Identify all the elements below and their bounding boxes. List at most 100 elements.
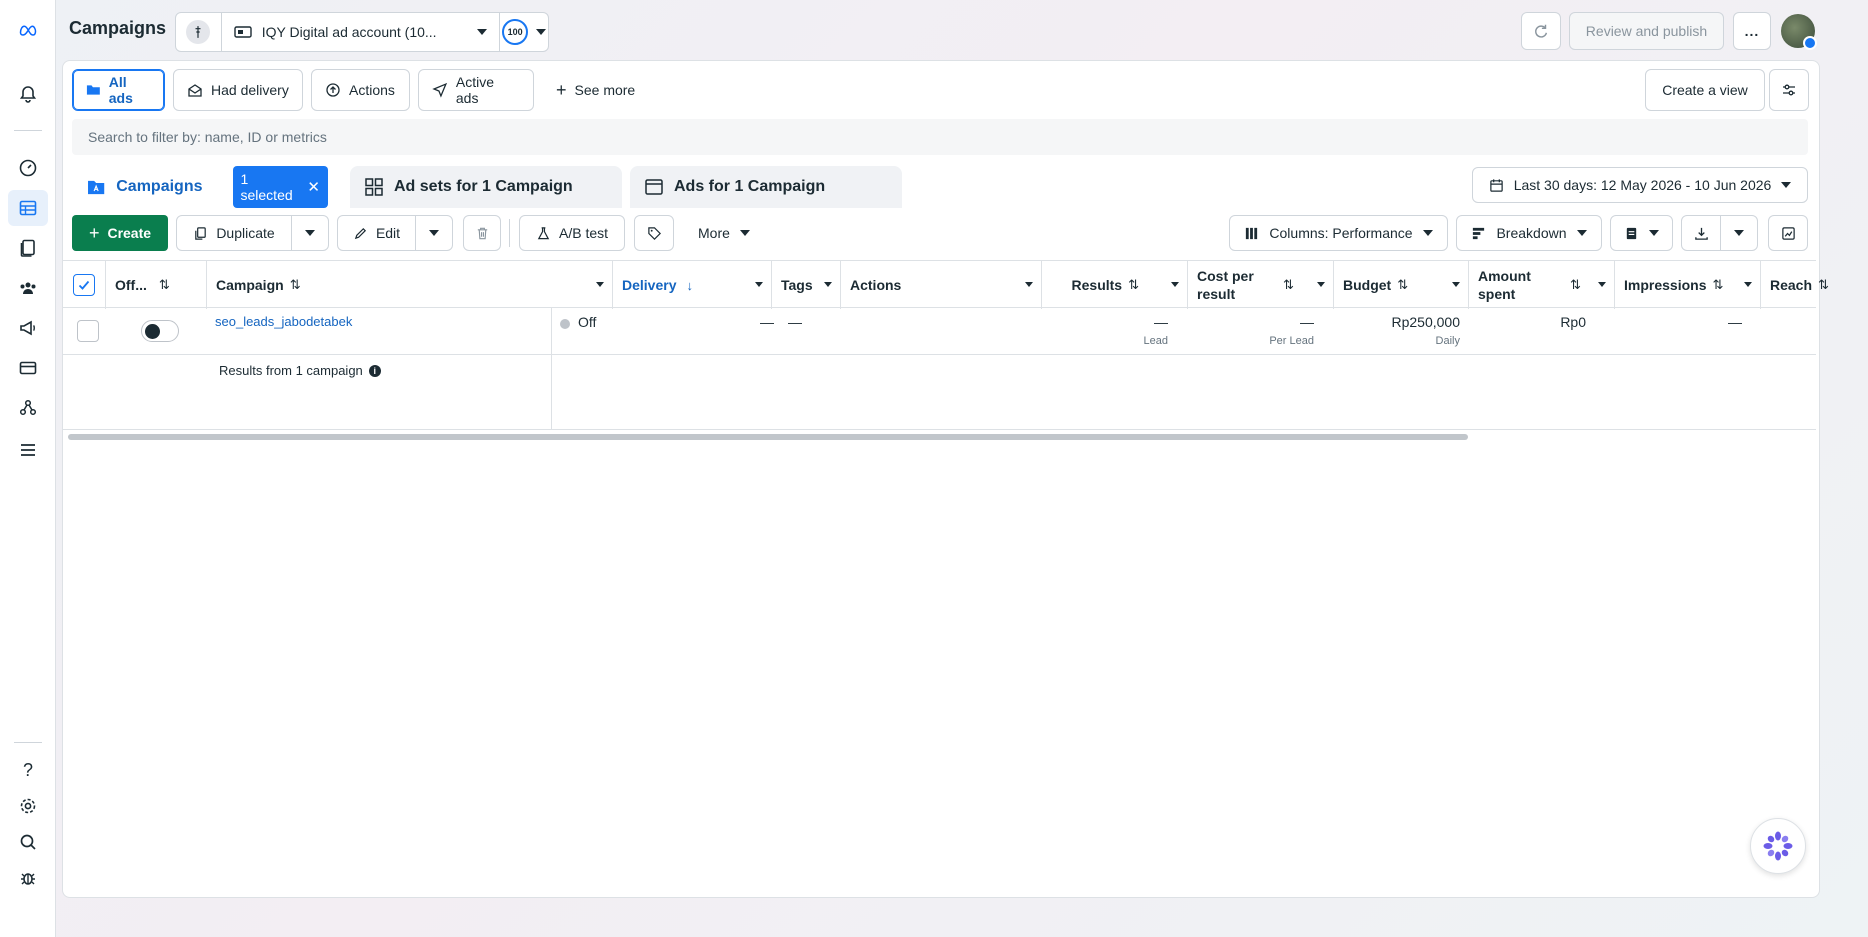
ads-megaphone-icon[interactable] [14, 314, 42, 342]
sort-arrows-icon[interactable]: ⇅ [1128, 277, 1139, 293]
export-dropdown-button[interactable] [1720, 215, 1758, 251]
ai-assistant-button[interactable] [1750, 818, 1806, 874]
sort-arrows-icon[interactable]: ⇅ [1818, 277, 1829, 293]
columns-dropdown[interactable]: Columns: Performance [1229, 215, 1448, 251]
sort-arrows-icon[interactable]: ⇅ [290, 277, 301, 293]
customize-views-button[interactable] [1769, 69, 1809, 111]
tag-button[interactable] [634, 215, 674, 251]
col-header-reach[interactable]: Reach ⇅ [1761, 261, 1829, 309]
column-menu-caret-icon[interactable] [596, 282, 604, 287]
billing-card-icon[interactable] [14, 354, 42, 382]
events-manager-icon[interactable] [14, 394, 42, 422]
report-bug-icon[interactable] [14, 864, 42, 892]
col-header-impressions[interactable]: Impressions ⇅ [1615, 261, 1761, 309]
column-menu-caret-icon[interactable] [1452, 282, 1460, 287]
edit-dropdown-button[interactable] [415, 215, 453, 251]
col-header-delivery[interactable]: Delivery ↓ [613, 261, 772, 309]
actions-value: — [788, 314, 802, 330]
row-select-checkbox[interactable] [77, 320, 99, 342]
sort-arrows-icon[interactable]: ⇅ [1570, 276, 1581, 294]
clear-selection-close-icon[interactable]: ✕ [307, 180, 320, 195]
ad-account-dropdown[interactable]: IQY Digital ad account (10... [222, 13, 501, 51]
filter-search-input[interactable]: Search to filter by: name, ID or metrics [72, 119, 1808, 155]
audiences-icon[interactable] [14, 274, 42, 302]
columns-label: Columns: Performance [1269, 225, 1413, 241]
overview-gauge-icon[interactable] [14, 154, 42, 182]
campaign-on-off-toggle[interactable] [141, 320, 179, 342]
col-header-results[interactable]: Results ⇅ [1042, 261, 1188, 309]
column-menu-caret-icon[interactable] [824, 282, 832, 287]
reports-dropdown[interactable] [1610, 215, 1673, 251]
budget-value[interactable]: Rp250,000 [1352, 314, 1460, 330]
search-icon[interactable] [14, 828, 42, 856]
all-tools-menu-icon[interactable] [14, 436, 42, 464]
view-active-ads[interactable]: Active ads [418, 69, 534, 111]
breakdown-dropdown[interactable]: Breakdown [1456, 215, 1602, 251]
column-menu-caret-icon[interactable] [1171, 282, 1179, 287]
pages-icon[interactable] [14, 234, 42, 262]
chevron-down-icon [429, 230, 439, 236]
campaigns-table-icon[interactable] [8, 190, 48, 226]
profile-avatar[interactable] [1781, 14, 1817, 50]
view-all-ads[interactable]: All ads [72, 69, 165, 111]
tab-campaigns[interactable]: Campaigns 1 selected ✕ [72, 166, 342, 208]
col-header-cost-per-result[interactable]: Cost per result ⇅ [1188, 261, 1334, 309]
tab-ads[interactable]: Ads for 1 Campaign [630, 166, 902, 208]
account-selector[interactable]: IQY Digital ad account (10... 100 [175, 12, 549, 52]
tab-ad-sets[interactable]: Ad sets for 1 Campaign [350, 166, 622, 208]
settings-gear-icon[interactable] [14, 792, 42, 820]
export-button[interactable] [1681, 215, 1721, 251]
column-menu-caret-icon[interactable] [1598, 282, 1606, 287]
help-icon[interactable]: ? [14, 756, 42, 784]
ab-test-button[interactable]: A/B test [519, 215, 625, 251]
sort-arrows-icon[interactable]: ⇅ [1397, 277, 1408, 293]
col-header-tags[interactable]: Tags [772, 261, 841, 309]
selected-count-badge[interactable]: 1 selected ✕ [232, 166, 328, 208]
view-had-delivery[interactable]: Had delivery [173, 69, 303, 111]
meta-logo-icon[interactable] [12, 16, 44, 44]
more-options-button[interactable]: ... [1733, 12, 1771, 50]
refresh-button[interactable] [1521, 12, 1561, 50]
more-actions-dropdown[interactable]: More [688, 215, 758, 251]
col-header-cost-per-result-label: Cost per result [1197, 268, 1254, 302]
toggle-knob [145, 324, 160, 339]
notifications-bell-icon[interactable] [14, 80, 42, 108]
duplicate-button[interactable]: Duplicate [176, 215, 292, 251]
column-menu-caret-icon[interactable] [755, 282, 763, 287]
reports-stack-icon [1626, 227, 1637, 239]
sort-arrows-icon[interactable]: ⇅ [1283, 276, 1294, 294]
refresh-icon [1535, 24, 1548, 38]
col-header-amount-spent[interactable]: Amount spent ⇅ [1469, 261, 1615, 309]
col-header-off-on[interactable]: Off... ⇅ [106, 261, 207, 309]
date-range-picker[interactable]: Last 30 days: 12 May 2026 - 10 Jun 2026 [1472, 167, 1808, 203]
sort-arrows-icon[interactable]: ⇅ [1712, 277, 1723, 293]
horizontal-scrollbar[interactable] [68, 434, 1468, 440]
col-header-off-on-label: Off... [115, 277, 147, 293]
duplicate-dropdown-button[interactable] [291, 215, 329, 251]
column-menu-caret-icon[interactable] [1317, 282, 1325, 287]
business-portfolio-avatar[interactable] [176, 13, 222, 51]
info-icon[interactable]: i [368, 364, 381, 377]
charts-button[interactable] [1768, 215, 1808, 251]
table-row[interactable]: seo_leads_jabodetabek Off — — — Lead — P… [62, 308, 1816, 418]
col-header-budget[interactable]: Budget ⇅ [1334, 261, 1469, 309]
edit-button[interactable]: Edit [337, 215, 416, 251]
sort-descending-icon[interactable]: ↓ [686, 278, 693, 293]
tab-ad-sets-label: Ad sets for 1 Campaign [394, 178, 573, 195]
view-actions[interactable]: Actions [311, 69, 410, 111]
actions-circle-icon [326, 83, 340, 97]
opportunity-score-dropdown[interactable]: 100 [500, 13, 548, 51]
campaign-name-link[interactable]: seo_leads_jabodetabek [215, 314, 352, 329]
col-header-campaign[interactable]: Campaign ⇅ [207, 261, 613, 309]
review-and-publish-button[interactable]: Review and publish [1569, 12, 1724, 50]
sort-arrows-icon[interactable]: ⇅ [159, 277, 170, 293]
column-menu-caret-icon[interactable] [1025, 282, 1033, 287]
see-more-views-button[interactable]: + See more [542, 69, 652, 111]
column-menu-caret-icon[interactable] [1744, 282, 1752, 287]
delete-button[interactable] [463, 215, 501, 251]
col-header-actions[interactable]: Actions [841, 261, 1042, 309]
select-all-checkbox[interactable] [72, 274, 95, 296]
create-button[interactable]: + Create [72, 215, 168, 251]
create-a-view-button[interactable]: Create a view [1645, 69, 1765, 111]
left-nav-rail: ? [0, 0, 56, 937]
